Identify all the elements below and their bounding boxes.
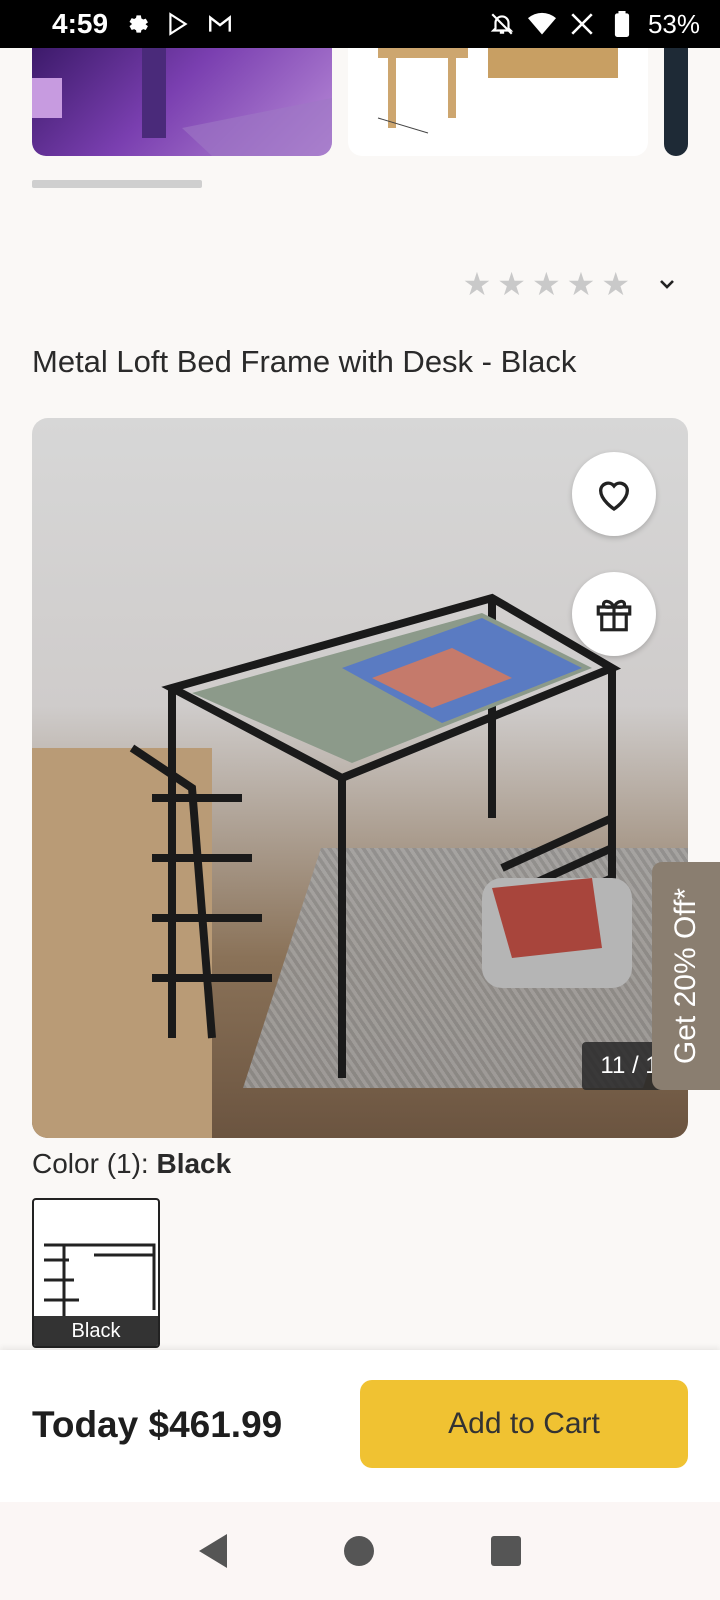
scroll-indicator (32, 180, 202, 188)
battery-percent: 53% (647, 8, 700, 39)
color-swatch-black[interactable]: Black (32, 1198, 160, 1348)
promo-tab-label: Get 20% Off* (669, 887, 702, 1065)
swatch-thumbnail (44, 1243, 156, 1320)
wifi-icon (527, 10, 556, 38)
star-icon: ★ (601, 266, 630, 302)
status-icons-right: 53% (488, 9, 700, 40)
battery-icon (608, 10, 636, 38)
play-store-icon (164, 10, 192, 38)
rating-row[interactable]: ★ ★ ★ ★ ★ (463, 268, 676, 300)
product-title: Metal Loft Bed Frame with Desk - Black (32, 344, 577, 379)
no-signal-icon (568, 10, 596, 38)
thumbnail-image[interactable] (32, 48, 332, 156)
heart-icon (598, 481, 630, 511)
color-label-prefix: Color (1): (32, 1148, 157, 1179)
thumbnail-image[interactable] (348, 48, 648, 156)
status-bar: 4:59 53% (0, 0, 720, 48)
gmail-icon (206, 10, 234, 38)
product-image[interactable]: 11 / 12 (32, 418, 688, 1138)
thumbnail-strip[interactable] (0, 48, 720, 158)
star-icon: ★ (462, 266, 492, 302)
status-icons-left (122, 10, 234, 38)
favorite-button[interactable] (572, 452, 656, 536)
loft-bed-illustration (129, 593, 632, 1078)
home-icon[interactable] (343, 1536, 374, 1566)
gift-icon (596, 599, 632, 632)
color-selected-value: Black (156, 1148, 232, 1179)
navigation-bar (0, 1502, 720, 1600)
swatch-caption: Black (34, 1316, 158, 1346)
thumbnail-image[interactable] (664, 48, 688, 156)
price: Today $461.99 (32, 1404, 283, 1445)
chevron-down-icon[interactable] (658, 275, 676, 293)
gift-button[interactable] (572, 572, 656, 656)
purchase-bar: Today $461.99 Add to Cart (0, 1350, 720, 1502)
settings-icon (122, 10, 150, 38)
star-icon: ★ (531, 266, 561, 302)
color-label: Color (1): Black (32, 1148, 231, 1180)
star-icon: ★ (497, 266, 526, 302)
status-time: 4:59 (52, 8, 109, 39)
recent-apps-icon[interactable] (491, 1536, 522, 1566)
add-to-cart-button[interactable]: Add to Cart (360, 1380, 688, 1468)
mute-icon (488, 10, 516, 38)
promo-tab[interactable]: Get 20% Off* (652, 862, 720, 1090)
back-icon[interactable] (198, 1534, 227, 1568)
star-icon: ★ (566, 266, 596, 302)
